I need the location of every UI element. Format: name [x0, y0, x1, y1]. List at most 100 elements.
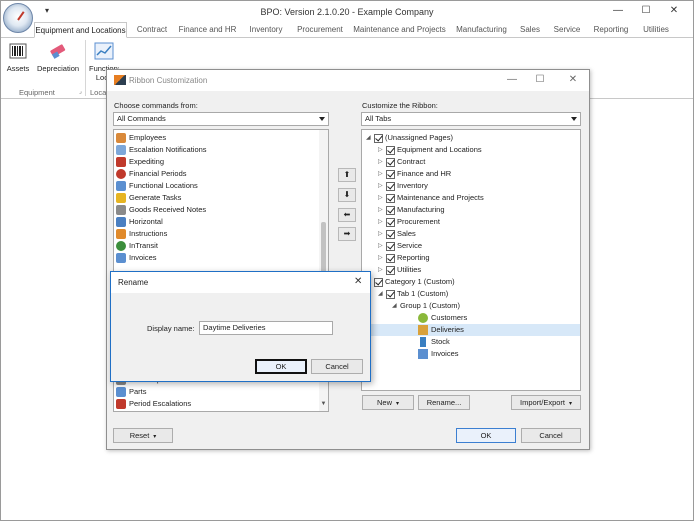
close-icon[interactable]: ✕ — [354, 277, 362, 287]
tab-maintenance-and-projects[interactable]: Maintenance and Projects — [352, 22, 447, 38]
tab-manufacturing[interactable]: Manufacturing — [453, 22, 510, 38]
tree-node-finance-and-hr[interactable]: ▷ Finance and HR — [378, 168, 451, 180]
group-dialog-launcher-icon[interactable]: ⌟ — [79, 88, 82, 95]
tree-node-inventory[interactable]: ▷ Inventory — [378, 180, 428, 192]
add-button[interactable]: ➡ — [338, 227, 356, 241]
tab-checkbox[interactable] — [386, 241, 395, 251]
expander-icon[interactable]: ▷ — [378, 228, 386, 240]
tree-node-stock[interactable]: Stock — [418, 336, 450, 348]
tab-sales[interactable]: Sales — [517, 22, 543, 38]
maximize-icon[interactable]: ☐ — [638, 4, 654, 18]
tab-reporting[interactable]: Reporting — [590, 22, 632, 38]
tree-node-deliveries[interactable]: Deliveries — [362, 324, 580, 336]
expander-icon[interactable]: ▷ — [378, 264, 386, 276]
tab-checkbox[interactable] — [386, 265, 395, 275]
tree-node-utilities[interactable]: ▷ Utilities — [378, 264, 421, 276]
tab-checkbox[interactable] — [386, 217, 395, 227]
depreciation-button[interactable]: Depreciation — [35, 40, 81, 73]
dialog-app-icon — [114, 75, 126, 85]
tab-checkbox[interactable] — [386, 169, 395, 179]
expander-icon[interactable]: ▷ — [378, 156, 386, 168]
tree-node-manufacturing[interactable]: ▷ Manufacturing — [378, 204, 445, 216]
tab-checkbox[interactable] — [386, 157, 395, 167]
tree-node-maintenance-and-projects[interactable]: ▷ Maintenance and Projects — [378, 192, 484, 204]
tab-finance-and-hr[interactable]: Finance and HR — [177, 22, 238, 38]
list-item[interactable]: Horizontal — [116, 216, 163, 228]
tree-node-category-1[interactable]: ◢Category 1 (Custom) — [366, 276, 455, 288]
expander-icon[interactable]: ▷ — [378, 240, 386, 252]
expander-icon[interactable]: ▷ — [378, 180, 386, 192]
expander-icon[interactable]: ▷ — [378, 204, 386, 216]
list-item[interactable]: Employees — [116, 132, 166, 144]
tab-checkbox[interactable] — [386, 205, 395, 215]
rename-ok-button[interactable]: OK — [255, 359, 307, 374]
cancel-button[interactable]: Cancel — [521, 428, 581, 443]
expander-icon[interactable]: ▷ — [378, 216, 386, 228]
tree-node-service[interactable]: ▷ Service — [378, 240, 422, 252]
tab-checkbox[interactable] — [386, 229, 395, 239]
list-item[interactable]: Expediting — [116, 156, 164, 168]
tree-node-sales[interactable]: ▷ Sales — [378, 228, 416, 240]
list-item[interactable]: Financial Periods — [116, 168, 187, 180]
list-item[interactable]: Invoices — [116, 252, 157, 264]
list-item[interactable]: Instructions — [116, 228, 167, 240]
tab-checkbox[interactable] — [374, 133, 383, 143]
expander-icon[interactable]: ◢ — [378, 288, 386, 300]
remove-button[interactable]: ⬅ — [338, 208, 356, 222]
tree-node-customers[interactable]: Customers — [418, 312, 467, 324]
tree-node-unassigned-pages[interactable]: ◢ (Unassigned Pages) — [366, 132, 453, 144]
list-item[interactable]: Escalation Notifications — [116, 144, 207, 156]
tab-checkbox[interactable] — [374, 277, 383, 287]
close-icon[interactable]: ✕ — [666, 4, 682, 18]
tab-contract[interactable]: Contract — [132, 22, 172, 38]
tab-checkbox[interactable] — [386, 181, 395, 191]
tab-procurement[interactable]: Procurement — [294, 22, 346, 38]
tab-equipment-and-locations[interactable]: Equipment and Locations — [34, 22, 127, 38]
customize-ribbon-dropdown[interactable]: All Tabs — [361, 112, 581, 126]
tab-checkbox[interactable] — [386, 289, 395, 299]
tab-service[interactable]: Service — [550, 22, 584, 38]
list-item[interactable]: Parts — [116, 386, 147, 398]
expander-icon[interactable]: ◢ — [366, 132, 374, 144]
tree-node-contract[interactable]: ▷ Contract — [378, 156, 425, 168]
list-item[interactable]: Generate Tasks — [116, 192, 181, 204]
tree-node-invoices[interactable]: Invoices — [418, 348, 459, 360]
tab-checkbox[interactable] — [386, 145, 395, 155]
minimize-icon[interactable]: — — [505, 74, 519, 86]
rename-button[interactable]: Rename... — [418, 395, 470, 410]
rename-cancel-button[interactable]: Cancel — [311, 359, 363, 374]
list-item[interactable]: InTransit — [116, 240, 158, 252]
tab-checkbox[interactable] — [386, 193, 395, 203]
tree-node-reporting[interactable]: ▷ Reporting — [378, 252, 430, 264]
tab-inventory[interactable]: Inventory — [245, 22, 287, 38]
expander-icon[interactable]: ▷ — [378, 252, 386, 264]
list-item[interactable]: Functional Locations — [116, 180, 198, 192]
ok-button[interactable]: OK — [456, 428, 516, 443]
tab-checkbox[interactable] — [386, 253, 395, 263]
expander-icon[interactable]: ▷ — [378, 168, 386, 180]
ribbon-tree[interactable]: ◢ (Unassigned Pages) ▷ Equipment and Locat… — [361, 129, 581, 391]
tree-node-procurement[interactable]: ▷ Procurement — [378, 216, 440, 228]
expander-icon[interactable]: ▷ — [378, 192, 386, 204]
minimize-icon[interactable]: — — [610, 4, 626, 18]
close-icon[interactable]: ✕ — [566, 74, 580, 86]
reset-button[interactable]: Reset ▾ — [113, 428, 173, 443]
maximize-icon[interactable]: ☐ — [533, 74, 547, 86]
tree-node-group-1[interactable]: ◢ Group 1 (Custom) — [392, 300, 460, 312]
barcode-icon — [9, 43, 27, 59]
move-down-button[interactable]: ⬇ — [338, 188, 356, 202]
tree-node-equipment-and-locations[interactable]: ▷ Equipment and Locations — [378, 144, 482, 156]
tree-node-tab-1[interactable]: ◢ Tab 1 (Custom) — [378, 288, 448, 300]
assets-button[interactable]: Assets — [5, 40, 31, 73]
display-name-input[interactable]: Daytime Deliveries — [199, 321, 333, 335]
import-export-button[interactable]: Import/Export ▾ — [511, 395, 581, 410]
move-up-button[interactable]: ⬆ — [338, 168, 356, 182]
expander-icon[interactable]: ◢ — [392, 300, 400, 312]
list-item[interactable]: Goods Received Notes — [116, 204, 206, 216]
scroll-down-icon[interactable]: ▼ — [320, 401, 327, 408]
expander-icon[interactable]: ▷ — [378, 144, 386, 156]
tab-utilities[interactable]: Utilities — [639, 22, 673, 38]
choose-commands-dropdown[interactable]: All Commands — [113, 112, 329, 126]
new-button[interactable]: New ▾ — [362, 395, 414, 410]
list-item[interactable]: Period Escalations — [116, 398, 191, 410]
